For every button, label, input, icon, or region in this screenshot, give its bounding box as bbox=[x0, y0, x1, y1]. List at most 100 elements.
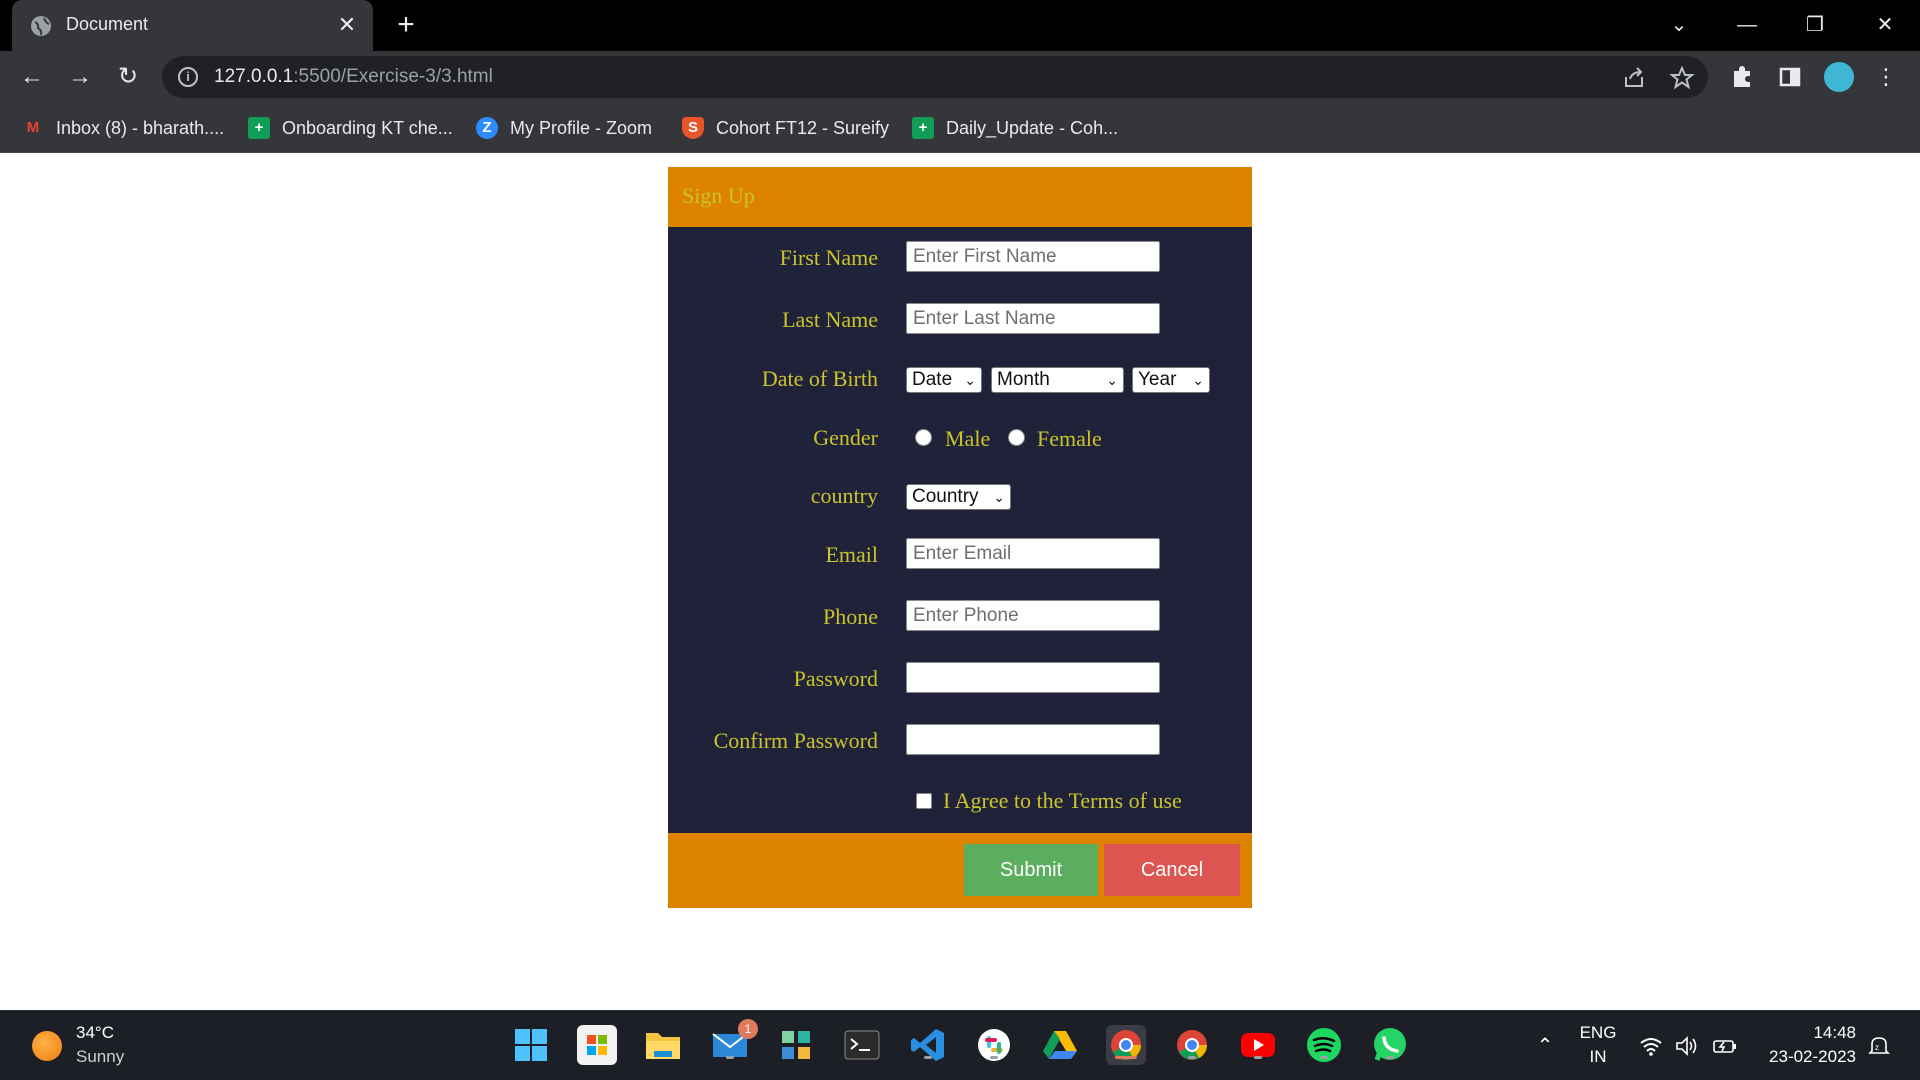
restore-button[interactable]: ❐ bbox=[1792, 8, 1838, 42]
running-indicator bbox=[990, 1056, 998, 1059]
chevron-down-icon: ⌄ bbox=[1192, 372, 1204, 388]
sheets-icon: + bbox=[912, 117, 934, 139]
bookmark-star-icon[interactable] bbox=[1668, 64, 1696, 92]
email-label: Email bbox=[825, 542, 878, 567]
phone-input[interactable] bbox=[906, 600, 1160, 631]
reload-icon[interactable]: ↻ bbox=[112, 61, 144, 93]
email-input[interactable] bbox=[906, 538, 1160, 569]
first-name-input[interactable] bbox=[906, 241, 1160, 272]
clock-time[interactable]: 14:48 bbox=[1756, 1023, 1856, 1043]
running-indicator bbox=[1254, 1056, 1262, 1059]
mail-unread-badge: 1 bbox=[738, 1019, 758, 1039]
confirm-password-input[interactable] bbox=[906, 724, 1160, 755]
start-windows-icon[interactable] bbox=[511, 1025, 551, 1065]
address-bar[interactable]: i 127.0.0.1:5500/Exercise-3/3.html bbox=[162, 56, 1708, 98]
url-text[interactable]: 127.0.0.1:5500/Exercise-3/3.html bbox=[214, 66, 493, 88]
sun-weather-icon[interactable] bbox=[32, 1031, 62, 1061]
dob-year-select[interactable]: Year ⌄ bbox=[1132, 367, 1210, 393]
notifications-icon[interactable]: z bbox=[1866, 1033, 1892, 1059]
show-hidden-icons-chevron-icon[interactable]: ⌃ bbox=[1532, 1033, 1558, 1059]
site-info-icon[interactable]: i bbox=[178, 67, 198, 87]
form-footer: Submit Cancel bbox=[668, 833, 1252, 908]
gender-female-radio[interactable] bbox=[1008, 429, 1025, 446]
taskbar: 34°C Sunny 1 ⌃ ENG IN 14:48 23-02-2023 z bbox=[0, 1010, 1920, 1080]
bookmark-label: Onboarding KT che... bbox=[282, 117, 453, 138]
last-name-label: Last Name bbox=[782, 307, 878, 332]
submit-button[interactable]: Submit bbox=[964, 844, 1098, 896]
bookmark-label: Cohort FT12 - Sureify bbox=[716, 117, 890, 138]
youtube-icon[interactable] bbox=[1238, 1025, 1278, 1065]
zoom-icon: Z bbox=[476, 117, 498, 139]
active-indicator bbox=[1115, 1056, 1137, 1059]
gender-male-radio[interactable] bbox=[915, 429, 932, 446]
chevron-down-icon: ⌄ bbox=[993, 489, 1005, 505]
browser-toolbar: ← → ↻ i 127.0.0.1:5500/Exercise-3/3.html… bbox=[0, 51, 1920, 103]
cancel-button[interactable]: Cancel bbox=[1104, 844, 1240, 896]
dob-year-value: Year bbox=[1138, 369, 1177, 390]
share-icon[interactable] bbox=[1620, 64, 1648, 92]
terms-label: I Agree to the Terms of use bbox=[943, 788, 1182, 813]
terms-checkbox[interactable] bbox=[916, 793, 932, 809]
bookmark-label: My Profile - Zoom bbox=[510, 117, 653, 138]
weather-description[interactable]: Sunny bbox=[76, 1047, 124, 1067]
chevron-down-icon: ⌄ bbox=[1106, 372, 1118, 388]
bookmark-onboarding[interactable]: + Onboarding KT che... bbox=[248, 115, 453, 141]
password-input[interactable] bbox=[906, 662, 1160, 693]
vscode-icon[interactable] bbox=[908, 1025, 948, 1065]
new-tab-button[interactable]: + bbox=[390, 10, 422, 42]
bookmark-sureify[interactable]: S Cohort FT12 - Sureify bbox=[682, 115, 889, 141]
dob-month-select[interactable]: Month ⌄ bbox=[991, 367, 1124, 393]
page-viewport: Sign Up First Name Last Name Date of Bir… bbox=[0, 154, 1920, 1010]
browser-tab[interactable]: Document ✕ bbox=[12, 0, 373, 51]
slack-icon[interactable] bbox=[974, 1025, 1014, 1065]
wifi-icon[interactable] bbox=[1638, 1033, 1664, 1059]
clock-date[interactable]: 23-02-2023 bbox=[1756, 1047, 1856, 1067]
terminal-icon[interactable] bbox=[842, 1025, 882, 1065]
svg-text:z: z bbox=[1875, 1043, 1879, 1052]
weather-temperature[interactable]: 34°C bbox=[76, 1023, 114, 1043]
bookmark-daily-update[interactable]: + Daily_Update - Coh... bbox=[912, 115, 1118, 141]
last-name-input[interactable] bbox=[906, 303, 1160, 334]
bookmark-gmail[interactable]: M Inbox (8) - bharath.... bbox=[22, 115, 224, 141]
gender-label: Gender bbox=[813, 425, 878, 450]
signup-form: Sign Up First Name Last Name Date of Bir… bbox=[668, 167, 1252, 908]
file-explorer-icon[interactable] bbox=[643, 1025, 683, 1065]
mail-icon[interactable]: 1 bbox=[710, 1019, 758, 1065]
country-label: country bbox=[810, 483, 878, 508]
form-header: Sign Up bbox=[668, 167, 1252, 227]
region-indicator[interactable]: IN bbox=[1576, 1047, 1620, 1067]
sheets-icon: + bbox=[248, 117, 270, 139]
photos-app-icon[interactable] bbox=[776, 1025, 816, 1065]
more-menu-icon[interactable]: ⋮ bbox=[1870, 61, 1902, 93]
battery-charging-icon[interactable] bbox=[1712, 1033, 1738, 1059]
profile-avatar[interactable] bbox=[1824, 62, 1854, 92]
gender-male-label: Male bbox=[945, 426, 991, 451]
spotify-icon[interactable] bbox=[1304, 1025, 1344, 1065]
minimize-button[interactable]: — bbox=[1724, 8, 1770, 42]
close-window-button[interactable]: ✕ bbox=[1862, 8, 1908, 42]
microsoft-store-icon[interactable] bbox=[577, 1025, 617, 1065]
country-value: Country bbox=[912, 486, 979, 507]
dob-label: Date of Birth bbox=[761, 366, 878, 391]
bookmark-zoom[interactable]: Z My Profile - Zoom bbox=[476, 115, 652, 141]
tab-search-chevron-icon[interactable]: ⌄ bbox=[1656, 8, 1702, 42]
close-tab-icon[interactable]: ✕ bbox=[334, 12, 360, 38]
country-select[interactable]: Country ⌄ bbox=[906, 484, 1011, 510]
chrome-active-icon[interactable] bbox=[1106, 1025, 1146, 1065]
chevron-down-icon: ⌄ bbox=[964, 372, 976, 388]
volume-icon[interactable] bbox=[1674, 1033, 1700, 1059]
language-indicator[interactable]: ENG bbox=[1576, 1023, 1620, 1043]
chrome-profile-icon[interactable] bbox=[1172, 1025, 1212, 1065]
google-drive-icon[interactable] bbox=[1040, 1025, 1080, 1065]
running-indicator bbox=[924, 1056, 932, 1059]
forward-arrow-icon[interactable]: → bbox=[64, 61, 96, 93]
sureify-icon: S bbox=[682, 117, 704, 139]
extensions-puzzle-icon[interactable] bbox=[1726, 61, 1758, 93]
back-arrow-icon[interactable]: ← bbox=[16, 61, 48, 93]
running-indicator bbox=[1386, 1056, 1394, 1059]
whatsapp-icon[interactable] bbox=[1370, 1025, 1410, 1065]
dob-date-select[interactable]: Date ⌄ bbox=[906, 367, 982, 393]
bookmarks-bar: M Inbox (8) - bharath.... + Onboarding K… bbox=[0, 103, 1920, 153]
gmail-icon: M bbox=[26, 119, 40, 136]
side-panel-icon[interactable] bbox=[1774, 61, 1806, 93]
